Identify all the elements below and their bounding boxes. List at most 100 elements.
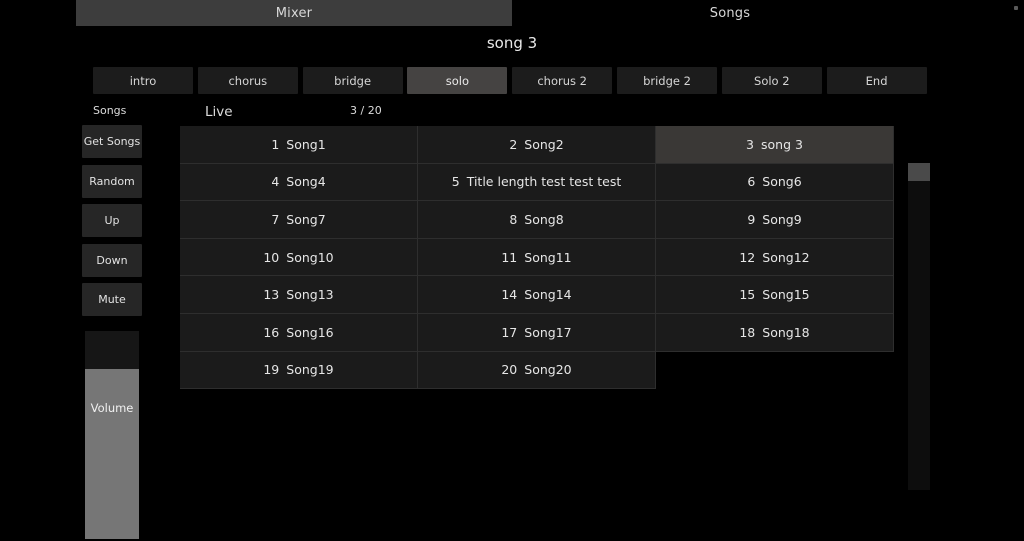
song-cell-number: 17	[501, 324, 518, 340]
section-button-end[interactable]: End	[826, 67, 927, 94]
song-cell-title: Song20	[524, 362, 572, 378]
song-cell-title: Song13	[286, 287, 334, 303]
song-grid-row: 19 Song19 20 Song20	[180, 351, 894, 390]
section-button-label: Solo 2	[754, 73, 790, 88]
current-song-title: song 3	[486, 34, 538, 52]
song-list-scrollbar-thumb[interactable]	[908, 163, 930, 181]
song-cell-title: Song10	[286, 249, 334, 265]
song-cell-title: Song1	[286, 136, 326, 152]
song-cell[interactable]: 13 Song13	[180, 276, 418, 314]
song-cell[interactable]: 5 Title length test test test	[418, 163, 656, 202]
song-cell-number: 14	[501, 287, 518, 303]
song-cell-title: Song16	[286, 324, 334, 340]
section-button-label: chorus 2	[537, 73, 587, 88]
sidebar-button-down[interactable]: Down	[82, 243, 142, 277]
section-button-label: solo	[445, 73, 470, 88]
song-cell-title: song 3	[761, 136, 803, 152]
songs-section-label: Songs	[93, 104, 127, 117]
song-cell[interactable]: 20 Song20	[418, 351, 656, 390]
song-cell-title: Song6	[762, 174, 802, 190]
song-cell[interactable]: 4 Song4	[180, 163, 418, 202]
song-cell[interactable]: 7 Song7	[180, 201, 418, 239]
song-cell[interactable]: 15 Song15	[656, 276, 894, 314]
song-cell[interactable]: 12 Song12	[656, 238, 894, 277]
song-cell-title: Song18	[762, 324, 810, 340]
song-cell-title: Song4	[286, 174, 326, 190]
volume-fader-fill	[85, 369, 139, 539]
status-indicator-dot	[1014, 6, 1018, 10]
sidebar-button-up[interactable]: Up	[82, 204, 142, 238]
song-cell-title: Song17	[524, 324, 572, 340]
volume-fader[interactable]: Volume	[85, 331, 139, 539]
sidebar-button-random[interactable]: Random	[82, 164, 142, 198]
tab-mixer-label: Mixer	[275, 5, 313, 21]
song-cell-number: 16	[263, 324, 280, 340]
song-cell-number: 2	[509, 136, 518, 152]
song-cell[interactable]: 19 Song19	[180, 351, 418, 390]
live-mode-label[interactable]: Live	[205, 104, 275, 120]
song-cell-number: 15	[739, 287, 756, 303]
song-grid-row: 13 Song13 14 Song14 15 Song15	[180, 276, 894, 314]
sidebar-button-label: Mute	[98, 293, 126, 307]
song-cell[interactable]: 8 Song8	[418, 201, 656, 239]
song-cell[interactable]: 16 Song16	[180, 313, 418, 352]
song-cell-number: 4	[271, 174, 280, 190]
song-cell-title: Song11	[524, 249, 572, 265]
song-cell-number: 7	[271, 211, 280, 227]
sidebar-button-get-songs[interactable]: Get Songs	[82, 125, 142, 158]
song-cell[interactable]: 1 Song1	[180, 126, 418, 164]
song-cell[interactable]: 6 Song6	[656, 163, 894, 202]
song-cell[interactable]: 2 Song2	[418, 126, 656, 164]
song-cell-title: Song7	[286, 211, 326, 227]
song-grid-row: 10 Song10 11 Song11 12 Song12	[180, 238, 894, 277]
song-cell[interactable]: 17 Song17	[418, 313, 656, 352]
song-cell-title: Song15	[762, 287, 810, 303]
tab-bar: Mixer Songs	[0, 0, 1024, 26]
song-cell[interactable]: 3 song 3	[656, 126, 894, 164]
song-grid-row: 4 Song4 5 Title length test test test 6 Song6	[180, 163, 894, 202]
sidebar-button-label: Down	[96, 253, 128, 267]
song-cell-number: 20	[501, 362, 518, 378]
tab-songs-label: Songs	[709, 5, 751, 21]
song-cell[interactable]: 18 Song18	[656, 313, 894, 352]
section-button-row: intro chorus bridge solo chorus 2 bridge 2 Sol…	[93, 67, 927, 94]
song-cell-number: 8	[509, 211, 518, 227]
song-grid-row: 1 Song1 2 Song2 3 song 3	[180, 126, 894, 164]
section-button-chorus[interactable]: chorus	[197, 67, 298, 94]
section-button-solo-2[interactable]: Solo 2	[721, 67, 822, 94]
sidebar-button-label: Up	[104, 214, 120, 228]
section-button-bridge[interactable]: bridge	[302, 67, 403, 94]
sidebar-button-mute[interactable]: Mute	[82, 283, 142, 317]
song-cell-number: 11	[501, 249, 518, 265]
section-button-solo[interactable]: solo	[407, 67, 508, 94]
app-root: Mixer Songs song 3 intro chorus bridge solo…	[0, 0, 1024, 541]
song-cell-number: 12	[739, 249, 756, 265]
sidebar-button-label: Random	[89, 174, 135, 188]
section-button-label: End	[865, 73, 888, 88]
section-button-bridge-2[interactable]: bridge 2	[617, 67, 717, 94]
song-grid: 1 Song1 2 Song2 3 song 3 4 Song4 5 Title length t…	[180, 126, 894, 390]
tab-mixer[interactable]: Mixer	[76, 0, 512, 26]
song-cell-number: 19	[263, 362, 280, 378]
song-cell-title: Song9	[762, 211, 802, 227]
song-cell-title: Song12	[762, 249, 810, 265]
section-button-chorus-2[interactable]: chorus 2	[512, 67, 613, 94]
song-cell-number: 9	[747, 211, 756, 227]
section-button-label: chorus	[228, 73, 268, 88]
song-cell-title: Song2	[524, 136, 564, 152]
sidebar-button-label: Get Songs	[83, 135, 141, 148]
song-cell[interactable]: 14 Song14	[418, 276, 656, 314]
song-cell[interactable]: 11 Song11	[418, 238, 656, 277]
song-cell[interactable]: 9 Song9	[656, 201, 894, 239]
song-cell-number: 3	[746, 136, 754, 152]
song-cell[interactable]: 10 Song10	[180, 238, 418, 277]
tab-songs[interactable]: Songs	[512, 0, 948, 26]
section-button-intro[interactable]: intro	[93, 67, 193, 94]
song-list-scrollbar[interactable]	[908, 163, 930, 490]
song-cell-number: 18	[739, 324, 756, 340]
song-cell-number: 6	[747, 174, 756, 190]
section-button-label: bridge 2	[643, 73, 691, 88]
section-button-label: bridge	[334, 73, 372, 88]
song-cell-title: Song8	[524, 211, 564, 227]
song-cell-title: Song19	[286, 362, 334, 378]
